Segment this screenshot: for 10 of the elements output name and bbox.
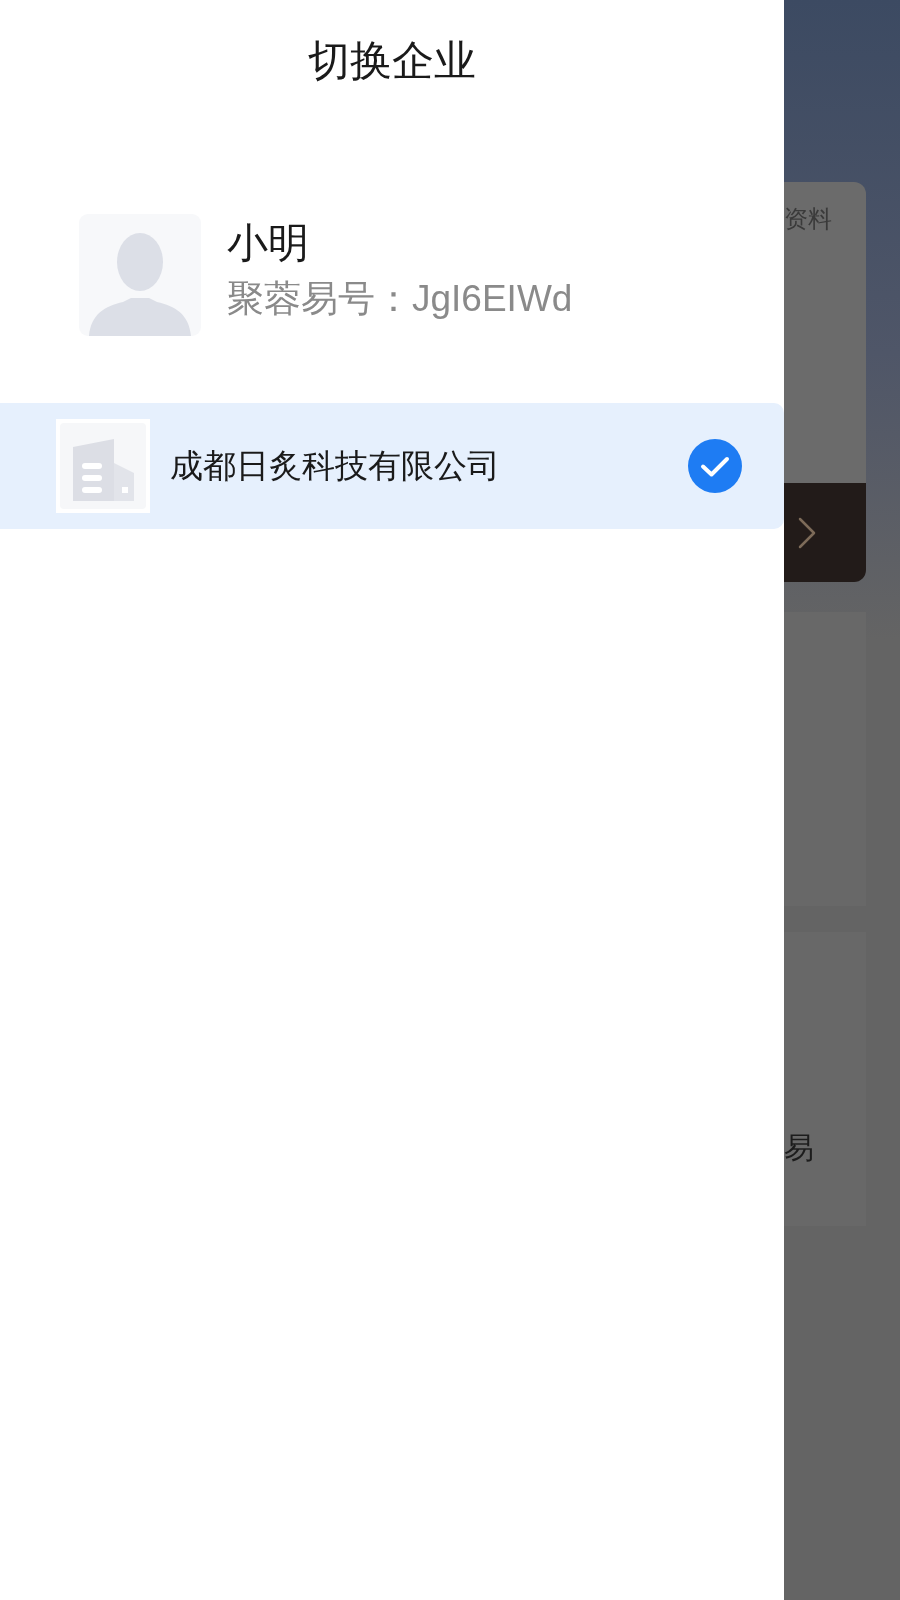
chevron-right-icon (798, 516, 816, 549)
account-id: 聚蓉易号：JgI6EIWd (227, 277, 573, 321)
company-list-item[interactable]: 成都日炙科技有限公司 (0, 403, 784, 529)
user-name: 小明 (227, 219, 310, 267)
check-circle-icon (688, 439, 742, 493)
company-name: 成都日炙科技有限公司 (170, 446, 500, 486)
tile-label: 易 (784, 1133, 815, 1163)
drawer-title: 切换企业 (308, 36, 476, 86)
building-icon (56, 419, 150, 513)
avatar-icon (79, 214, 201, 336)
